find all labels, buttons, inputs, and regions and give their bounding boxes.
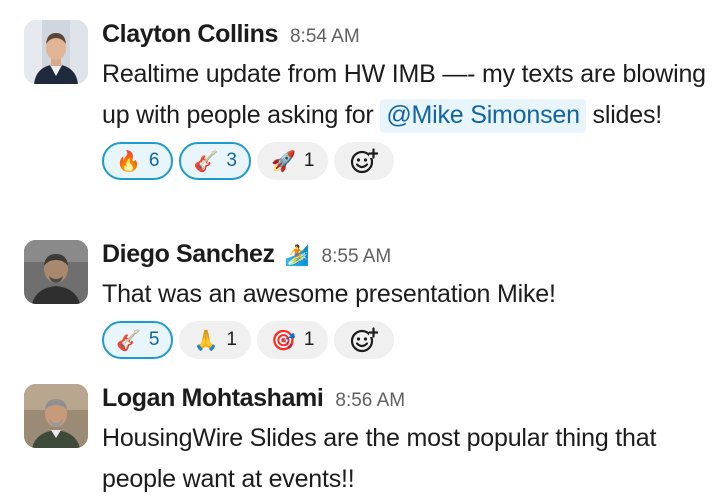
reaction-count: 1 <box>303 150 315 171</box>
message-text-part: slides! <box>585 101 663 129</box>
surfer-icon[interactable]: 🏄 <box>285 243 310 268</box>
add-emoji-icon <box>351 148 379 174</box>
message-text: HousingWire Slides are the most popular … <box>102 424 657 493</box>
reactions-bar: 🔥 6 🎸 3 🚀 1 <box>102 142 706 180</box>
reaction-count: 3 <box>226 150 237 171</box>
reaction-count: 1 <box>303 329 315 350</box>
add-emoji-icon <box>351 327 379 353</box>
timestamp[interactable]: 8:55 AM <box>322 246 392 268</box>
add-reaction-button[interactable] <box>334 142 395 180</box>
guitar-icon: 🎸 <box>193 150 219 173</box>
guitar-icon: 🎸 <box>116 329 141 352</box>
reaction-guitar[interactable]: 🎸 3 <box>179 142 251 180</box>
reaction-count: 5 <box>148 329 160 350</box>
timestamp[interactable]: 8:56 AM <box>335 390 405 412</box>
message-feed: Clayton Collins 8:54 AM Realtime update … <box>0 0 726 499</box>
reactions-bar: 🎸 5 🙏 1 🎯 1 <box>102 321 706 359</box>
rocket-icon: 🚀 <box>270 150 296 173</box>
author-name[interactable]: Logan Mohtashami <box>102 384 324 413</box>
message-text: Realtime update from HW IMB —- my texts … <box>102 54 706 136</box>
reaction-count: 1 <box>226 329 237 350</box>
avatar[interactable] <box>24 384 88 448</box>
author-name[interactable]: Diego Sanchez <box>102 240 275 269</box>
target-icon: 🎯 <box>270 329 296 352</box>
reaction-guitar[interactable]: 🎸 5 <box>102 321 174 359</box>
reaction-rocket[interactable]: 🚀 1 <box>256 142 329 180</box>
reaction-target[interactable]: 🎯 1 <box>256 321 329 359</box>
message-text: That was an awesome presentation Mike! <box>102 280 556 308</box>
avatar[interactable] <box>24 240 88 304</box>
timestamp[interactable]: 8:54 AM <box>290 26 360 48</box>
avatar[interactable] <box>24 20 88 84</box>
praying-hands-icon: 🙏 <box>193 329 219 352</box>
reaction-fire[interactable]: 🔥 6 <box>102 142 174 180</box>
author-name[interactable]: Clayton Collins <box>102 20 278 49</box>
reaction-count: 6 <box>148 150 160 171</box>
user-mention[interactable]: @Mike Simonsen <box>380 99 586 133</box>
reaction-praying-hands[interactable]: 🙏 1 <box>179 321 251 359</box>
add-reaction-button[interactable] <box>334 321 395 359</box>
fire-icon: 🔥 <box>116 150 141 173</box>
